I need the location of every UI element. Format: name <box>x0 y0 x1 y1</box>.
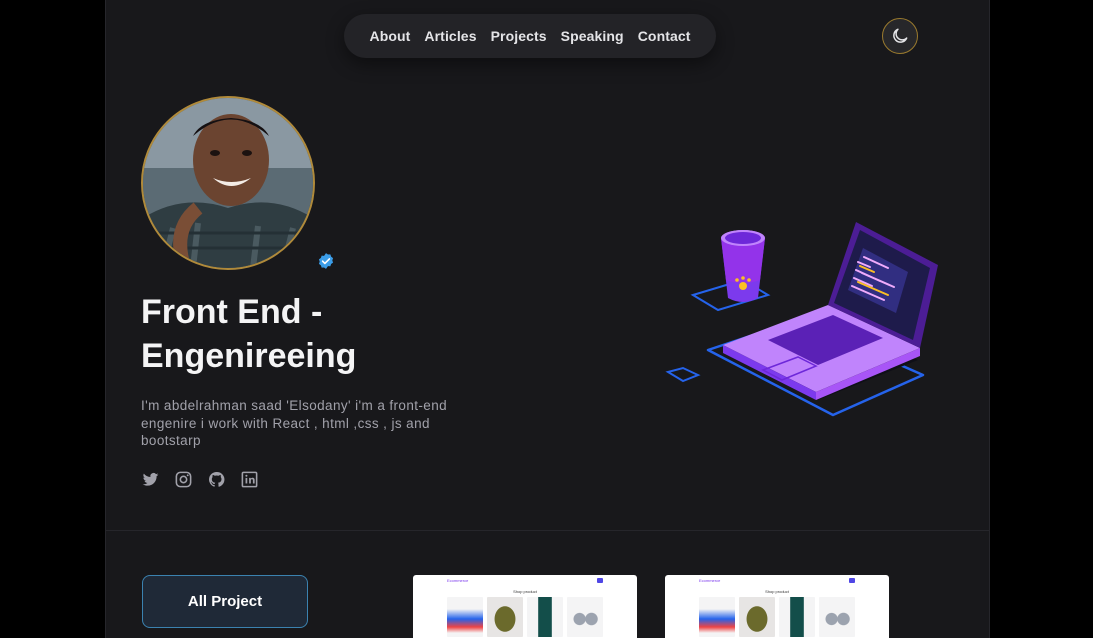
nav-projects[interactable]: Projects <box>491 28 547 44</box>
avatar-photo <box>143 98 313 268</box>
social-links <box>141 470 259 489</box>
card-logo: Ecommerce <box>447 578 469 583</box>
product-thumbnail <box>487 597 523 637</box>
product-thumbnail <box>527 597 563 637</box>
project-card[interactable]: Ecommerce Shop product <box>413 575 637 638</box>
cart-icon <box>597 578 603 583</box>
all-project-button[interactable]: All Project <box>142 575 308 628</box>
verified-badge-icon <box>318 253 334 269</box>
card-title: Shop product <box>513 589 537 594</box>
card-logo: Ecommerce <box>699 578 721 583</box>
main-nav: About Articles Projects Speaking Contact <box>344 14 716 58</box>
card-title: Shop product <box>765 589 789 594</box>
product-thumbnail <box>779 597 815 637</box>
instagram-icon[interactable] <box>174 470 193 489</box>
nav-articles[interactable]: Articles <box>424 28 476 44</box>
avatar <box>141 96 315 270</box>
cart-icon <box>849 578 855 583</box>
nav-contact[interactable]: Contact <box>638 28 691 44</box>
nav-about[interactable]: About <box>369 28 410 44</box>
product-thumbnail <box>447 597 483 637</box>
linkedin-icon[interactable] <box>240 470 259 489</box>
github-icon[interactable] <box>207 470 226 489</box>
product-thumbnail <box>567 597 603 637</box>
product-thumbnail <box>699 597 735 637</box>
page-container: About Articles Projects Speaking Contact… <box>105 0 990 638</box>
theme-toggle-button[interactable] <box>882 18 918 54</box>
laptop-illustration <box>665 222 938 417</box>
bio-text: I'm abdelrahman saad 'Elsodany' i'm a fr… <box>141 398 448 448</box>
product-thumbnail <box>739 597 775 637</box>
product-thumbnail <box>819 597 855 637</box>
moon-icon <box>893 28 908 43</box>
twitter-icon[interactable] <box>141 470 160 489</box>
nav-speaking[interactable]: Speaking <box>561 28 624 44</box>
page-title: Front End - Engenireeing <box>141 293 357 375</box>
section-divider <box>106 530 989 531</box>
project-card[interactable]: Ecommerce Shop product <box>665 575 889 638</box>
